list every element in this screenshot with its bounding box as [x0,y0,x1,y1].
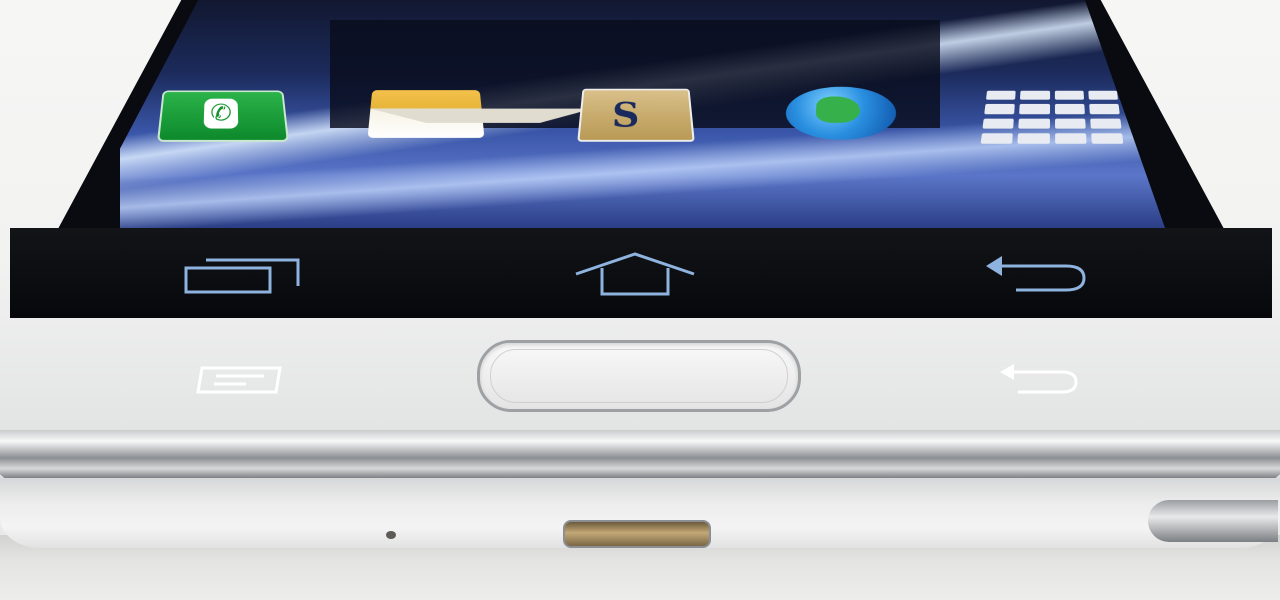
s-note-icon[interactable]: S [577,89,695,142]
recent-apps-icon[interactable] [180,252,304,296]
handset-glyph: ✆ [204,99,239,129]
home-icon[interactable] [572,250,698,298]
back-icon[interactable] [980,250,1092,296]
apps-grid-icon[interactable] [981,91,1124,144]
home-button[interactable] [477,340,801,412]
back-key-icon[interactable] [996,362,1082,398]
menu-key-icon[interactable] [194,364,284,396]
messaging-icon[interactable] [368,90,485,138]
s-pen-slot [1148,500,1278,542]
microphone-hole [386,531,396,539]
micro-usb-port [563,520,711,548]
s-note-letter: S [611,95,639,135]
phone-icon[interactable]: ✆ [157,91,289,142]
